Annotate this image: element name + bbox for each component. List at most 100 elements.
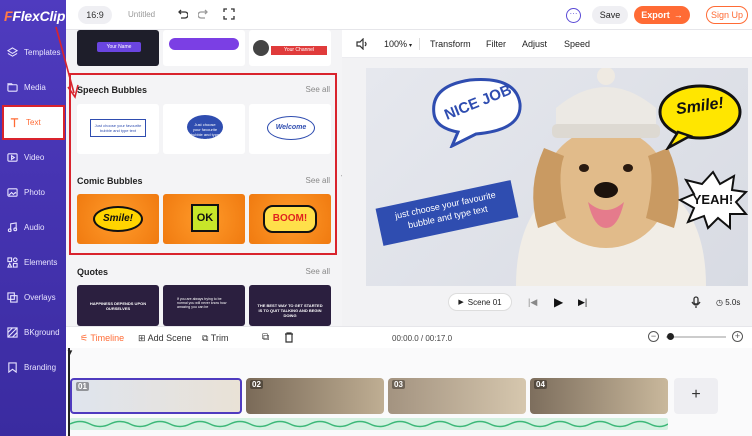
arrow-right-icon: → — [673, 10, 683, 20]
quotes-see-all-link[interactable]: See all — [306, 267, 330, 276]
app-window: FFlexClip Templates Media Text Video Pho… — [0, 0, 752, 436]
adjust-button[interactable]: Adjust — [522, 39, 547, 49]
sidebar-item-label: Photo — [24, 187, 45, 197]
sidebar-item-label: Branding — [24, 362, 57, 372]
delete-icon[interactable] — [284, 332, 294, 343]
chevron-down-icon: ▾ — [409, 43, 413, 49]
scene-clip-04[interactable]: 04 — [530, 378, 668, 414]
project-title[interactable]: Untitled — [128, 10, 155, 19]
export-label: Export — [641, 10, 670, 20]
highlight-nav — [2, 105, 65, 140]
trim-icon: ⧉ — [202, 333, 209, 343]
previous-icon[interactable]: |◀ — [528, 297, 537, 308]
scene-clip-02[interactable]: 02 — [246, 378, 384, 414]
edit-toolbar: 100% ▾ Transform Filter Adjust Speed — [342, 30, 752, 58]
text-template-thumb[interactable]: Your Name — [77, 30, 159, 66]
add-scene-tile[interactable]: + — [674, 378, 718, 414]
sidebar-item-label: Video — [24, 152, 45, 162]
folder-icon — [7, 82, 18, 92]
background-icon — [7, 326, 18, 338]
next-icon[interactable]: ▶| — [578, 297, 587, 308]
audio-waveform[interactable] — [70, 418, 668, 430]
undo-icon[interactable] — [176, 8, 188, 20]
sidebar-item-photo[interactable]: Photo — [0, 175, 66, 209]
zoom-select[interactable]: 100% ▾ — [384, 39, 412, 49]
scene-button[interactable]: ▶ Scene 01 — [448, 293, 512, 311]
add-scene-button[interactable]: ⊞ Add Scene — [138, 333, 192, 344]
sidebar-item-video[interactable]: Video — [0, 140, 66, 174]
thumb-avatar — [253, 40, 269, 56]
sidebar-item-label: BKground — [24, 327, 60, 337]
scene-clip-01[interactable]: 01 — [70, 378, 242, 414]
video-canvas[interactable]: NICE JOB just choose your favourite bubb… — [366, 68, 748, 286]
sidebar-item-audio[interactable]: Audio — [0, 210, 66, 244]
zoom-slider[interactable] — [666, 336, 726, 338]
duplicate-icon[interactable]: ⧉ — [262, 332, 269, 343]
timeline-icon: ⚟ — [80, 333, 89, 343]
volume-icon[interactable] — [356, 38, 368, 50]
zoom-out-icon[interactable]: − — [648, 331, 659, 342]
add-scene-icon: ⊞ — [138, 333, 146, 343]
play-small-icon: ▶ — [458, 299, 464, 306]
aspect-ratio-button[interactable]: 16:9 — [78, 6, 112, 24]
trim-button[interactable]: ⧉ Trim — [202, 333, 228, 344]
clip-number: 04 — [534, 380, 547, 389]
text-template-thumb[interactable]: Your Channel — [249, 30, 331, 66]
sidebar-item-elements[interactable]: Elements — [0, 245, 66, 279]
sidebar-item-branding[interactable]: Branding — [0, 350, 66, 384]
photo-icon — [7, 187, 18, 197]
play-icon[interactable]: ▶ — [554, 295, 563, 309]
quote-thumb[interactable]: HAPPINESS DEPENDS UPON OURSELVES — [77, 285, 159, 326]
speed-button[interactable]: Speed — [564, 39, 590, 49]
zoom-in-icon[interactable]: + — [732, 331, 743, 342]
playhead-marker: ▼ — [66, 348, 74, 357]
sidebar-item-label: Elements — [24, 257, 58, 267]
timeline-tab[interactable]: ⚟ Timeline — [80, 333, 124, 344]
logo-text: FlexClip — [12, 8, 66, 24]
playback-bar: ▶ Scene 01 |◀ ▶ ▶| ◷ 5.0s — [342, 290, 752, 318]
microphone-icon[interactable] — [690, 296, 702, 309]
video-icon — [7, 152, 18, 162]
save-button[interactable]: Save — [592, 6, 628, 24]
sidebar-item-label: Media — [24, 82, 46, 92]
sidebar-item-label: Audio — [24, 222, 45, 232]
annotation-arrow — [55, 26, 79, 99]
quotes-title: Quotes — [77, 267, 109, 277]
timeline: ▼ 01 02 03 04 + — [66, 348, 752, 436]
zoom-value: 100% — [384, 39, 408, 49]
duration-value: 5.0s — [725, 298, 741, 307]
signup-button[interactable]: Sign Up — [706, 6, 748, 24]
overlays-icon — [7, 291, 18, 303]
transform-button[interactable]: Transform — [430, 39, 471, 49]
chat-icon[interactable]: ··· — [566, 8, 581, 23]
thumb-text: Your Name — [97, 42, 141, 52]
thumb-text: THE BEST WAY TO GET STARTED IS TO QUIT T… — [257, 303, 323, 318]
thumb-text: Your Channel — [271, 46, 327, 55]
quote-thumb[interactable]: If you are always trying to be normal yo… — [163, 285, 245, 326]
highlight-box — [69, 73, 337, 255]
text-template-thumb[interactable] — [163, 30, 245, 66]
redo-icon[interactable] — [198, 8, 210, 20]
layers-icon — [7, 46, 18, 57]
zoom-slider-handle[interactable] — [667, 333, 674, 340]
filter-button[interactable]: Filter — [486, 39, 506, 49]
quote-thumb[interactable]: THE BEST WAY TO GET STARTED IS TO QUIT T… — [249, 285, 331, 326]
elements-icon — [7, 256, 18, 268]
trim-label: Trim — [210, 333, 229, 343]
thumb-text: If you are always trying to be normal yo… — [177, 297, 227, 309]
fullscreen-icon[interactable] — [223, 8, 235, 20]
branding-icon — [8, 361, 17, 373]
music-icon — [7, 221, 18, 232]
scene-clip-03[interactable]: 03 — [388, 378, 526, 414]
export-button[interactable]: Export → — [634, 6, 690, 24]
sidebar-item-overlays[interactable]: Overlays — [0, 280, 66, 314]
timeline-tab-label: Timeline — [90, 333, 125, 343]
sidebar-item-label: Overlays — [24, 292, 56, 302]
clip-number: 02 — [250, 380, 263, 389]
sidebar-item-bkground[interactable]: BKground — [0, 315, 66, 349]
header: 16:9 Untitled ··· Save Export → Sign Up — [66, 0, 752, 30]
add-scene-label: Add Scene — [147, 333, 192, 343]
duration-display: ◷ 5.0s — [716, 298, 740, 307]
thumb-text: HAPPINESS DEPENDS UPON OURSELVES — [89, 301, 147, 311]
yeah-text: YEAH! — [692, 192, 734, 207]
